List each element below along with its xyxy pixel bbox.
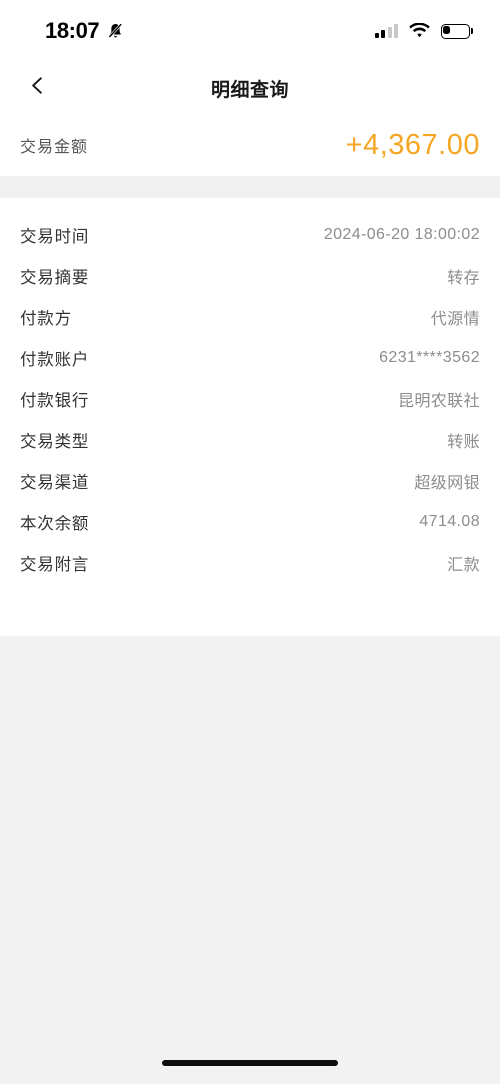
transaction-amount-section: 交易金额 +4,367.00 <box>0 114 500 176</box>
detail-label-transaction-time: 交易时间 <box>20 227 90 246</box>
table-row: 交易时间 2024-06-20 18:00:02 <box>20 214 480 255</box>
detail-value-channel: 超级网银 <box>414 474 480 492</box>
table-row: 本次余额 4714.08 <box>20 501 480 542</box>
phone-screen: 18:07 明细查询 交易金额 +4,367.00 交易时间 2024-06-2… <box>0 0 500 1084</box>
table-row: 付款银行 昆明农联社 <box>20 378 480 419</box>
cellular-signal-icon <box>374 24 398 38</box>
wifi-icon <box>409 22 430 39</box>
detail-value-summary: 转存 <box>447 269 480 287</box>
detail-value-remark: 汇款 <box>447 556 480 574</box>
table-row: 付款账户 6231****3562 <box>20 337 480 378</box>
transaction-amount-value: +4,367.00 <box>345 128 480 161</box>
detail-label-remark: 交易附言 <box>20 555 90 574</box>
bell-slash-icon <box>106 21 125 41</box>
table-row: 交易摘要 转存 <box>20 255 480 296</box>
table-row: 交易附言 汇款 <box>20 542 480 583</box>
detail-label-channel: 交易渠道 <box>20 473 90 492</box>
status-bar-left: 18:07 <box>45 18 125 44</box>
status-bar-clock: 18:07 <box>45 18 100 43</box>
detail-value-payer-bank: 昆明农联社 <box>397 392 480 410</box>
chevron-left-icon <box>26 74 49 102</box>
page-background-area <box>0 636 500 1084</box>
detail-value-balance: 4714.08 <box>419 512 480 530</box>
transaction-detail-list: 交易时间 2024-06-20 18:00:02 交易摘要 转存 付款方 代源情… <box>0 198 500 636</box>
detail-label-payer-bank: 付款银行 <box>20 391 90 410</box>
detail-label-summary: 交易摘要 <box>20 268 90 287</box>
section-divider <box>0 176 500 198</box>
table-row: 付款方 代源情 <box>20 296 480 337</box>
back-button[interactable] <box>16 62 58 114</box>
detail-value-payer-account: 6231****3562 <box>379 348 480 366</box>
detail-label-balance: 本次余额 <box>20 514 90 533</box>
detail-label-payer-account: 付款账户 <box>20 350 90 369</box>
detail-value-transaction-time: 2024-06-20 18:00:02 <box>323 225 480 243</box>
status-bar: 18:07 <box>0 0 500 62</box>
status-bar-right <box>374 22 473 39</box>
navigation-bar: 明细查询 <box>0 62 500 114</box>
detail-label-transaction-type: 交易类型 <box>20 432 90 451</box>
table-row: 交易类型 转账 <box>20 419 480 460</box>
page-title: 明细查询 <box>210 79 289 101</box>
detail-value-transaction-type: 转账 <box>447 433 480 451</box>
battery-low-icon <box>441 23 473 39</box>
table-row: 交易渠道 超级网银 <box>20 460 480 501</box>
transaction-amount-label: 交易金额 <box>20 139 89 156</box>
home-indicator[interactable] <box>162 1060 338 1066</box>
detail-value-payer: 代源情 <box>430 310 480 328</box>
detail-label-payer: 付款方 <box>20 309 72 328</box>
